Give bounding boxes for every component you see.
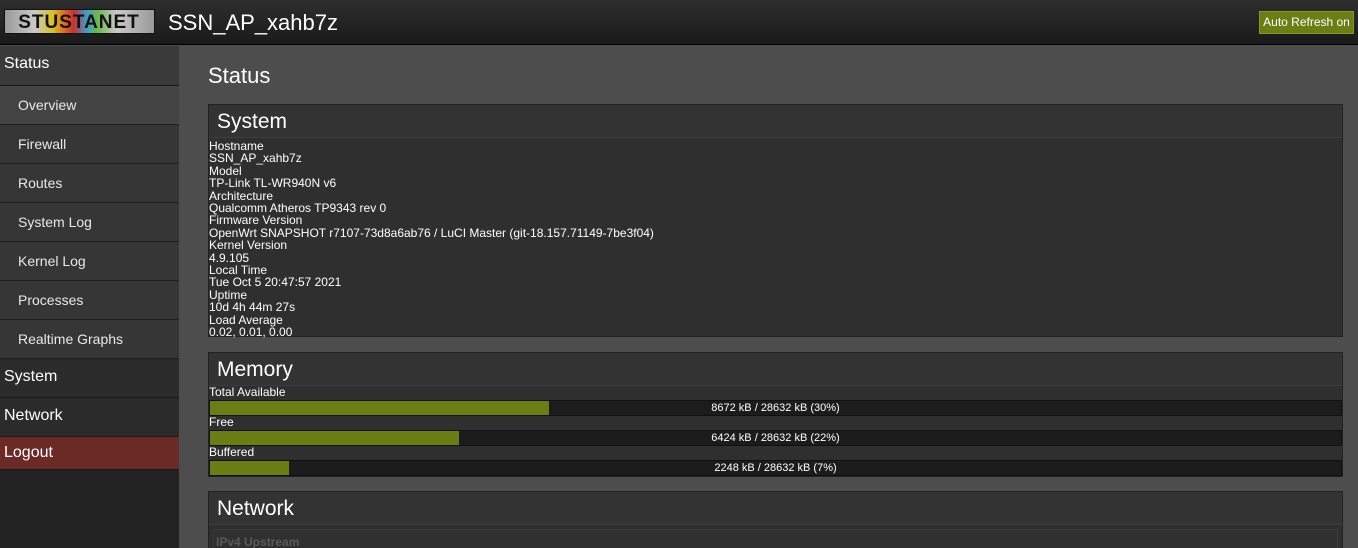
kernel-version-value: 4.9.105	[209, 250, 250, 265]
free-bar-text: 6424 kB / 28632 kB (22%)	[711, 432, 840, 444]
stustanet-logo[interactable]: STUSTANET	[4, 9, 155, 34]
sidebar-item-firewall[interactable]: Firewall	[0, 125, 179, 164]
memory-panel-title: Memory	[209, 353, 1342, 386]
hostname-key: Hostname	[209, 139, 264, 153]
local-time-value: Tue Oct 5 20:47:57 2021	[209, 275, 342, 290]
free-label: Free	[209, 415, 234, 429]
top-header: STUSTANET SSN_AP_xahb7z Auto Refresh on	[0, 0, 1358, 45]
hostname-value: SSN_AP_xahb7z	[209, 151, 302, 166]
uptime-value: 10d 4h 44m 27s	[209, 300, 296, 315]
uptime-key: Uptime	[209, 287, 248, 302]
system-panel: System Hostname SSN_AP_xahb7z Model TP-L…	[208, 104, 1343, 339]
system-info-list: Hostname SSN_AP_xahb7z Model TP-Link TL-…	[209, 138, 1342, 339]
firmware-version-value: OpenWrt SNAPSHOT r7107-73d8a6ab76 / LuCI…	[209, 225, 654, 240]
sidebar: Status Overview Firewall Routes System L…	[0, 46, 179, 548]
ipv4-upstream-section: IPv4 Upstream	[213, 529, 1338, 548]
firmware-version-key: Firmware Version	[209, 213, 303, 228]
total-available-bar: 8672 kB / 28632 kB (30%)	[209, 400, 1342, 416]
buffered-label: Buffered	[209, 445, 255, 459]
sidebar-item-overview[interactable]: Overview	[0, 86, 179, 125]
sidebar-item-system-log[interactable]: System Log	[0, 203, 179, 242]
hostname-title: SSN_AP_xahb7z	[168, 10, 338, 35]
load-average-value: 0.02, 0.01, 0.00	[209, 325, 293, 340]
load-average-key: Load Average	[209, 312, 283, 327]
model-value: TP-Link TL-WR940N v6	[209, 176, 337, 191]
sidebar-item-kernel-log[interactable]: Kernel Log	[0, 242, 179, 281]
sidebar-category-status[interactable]: Status	[0, 46, 179, 86]
architecture-value: Qualcomm Atheros TP9343 rev 0	[209, 201, 387, 216]
model-key: Model	[209, 163, 242, 178]
sidebar-category-network[interactable]: Network	[0, 398, 179, 437]
page-title: Status	[208, 63, 271, 88]
free-bar: 6424 kB / 28632 kB (22%)	[209, 430, 1342, 446]
sidebar-item-processes[interactable]: Processes	[0, 281, 179, 320]
logo-text: STUSTANET	[18, 12, 140, 33]
network-panel: Network IPv4 Upstream	[208, 491, 1343, 548]
logout-link[interactable]: Logout	[0, 437, 179, 470]
sidebar-item-realtime-graphs[interactable]: Realtime Graphs	[0, 320, 179, 359]
buffered-bar: 2248 kB / 28632 kB (7%)	[209, 460, 1342, 476]
total-available-bar-text: 8672 kB / 28632 kB (30%)	[711, 402, 840, 414]
sidebar-item-routes[interactable]: Routes	[0, 164, 179, 203]
local-time-key: Local Time	[209, 263, 268, 278]
network-panel-title: Network	[209, 492, 1342, 525]
sidebar-category-system[interactable]: System	[0, 359, 179, 398]
kernel-version-key: Kernel Version	[209, 238, 288, 253]
auto-refresh-button[interactable]: Auto Refresh on	[1259, 11, 1354, 34]
buffered-bar-text: 2248 kB / 28632 kB (7%)	[714, 462, 837, 474]
total-available-label: Total Available	[209, 385, 286, 399]
system-panel-title: System	[209, 105, 1342, 138]
memory-panel: Memory Total Available 8672 kB / 28632 k…	[208, 352, 1343, 477]
